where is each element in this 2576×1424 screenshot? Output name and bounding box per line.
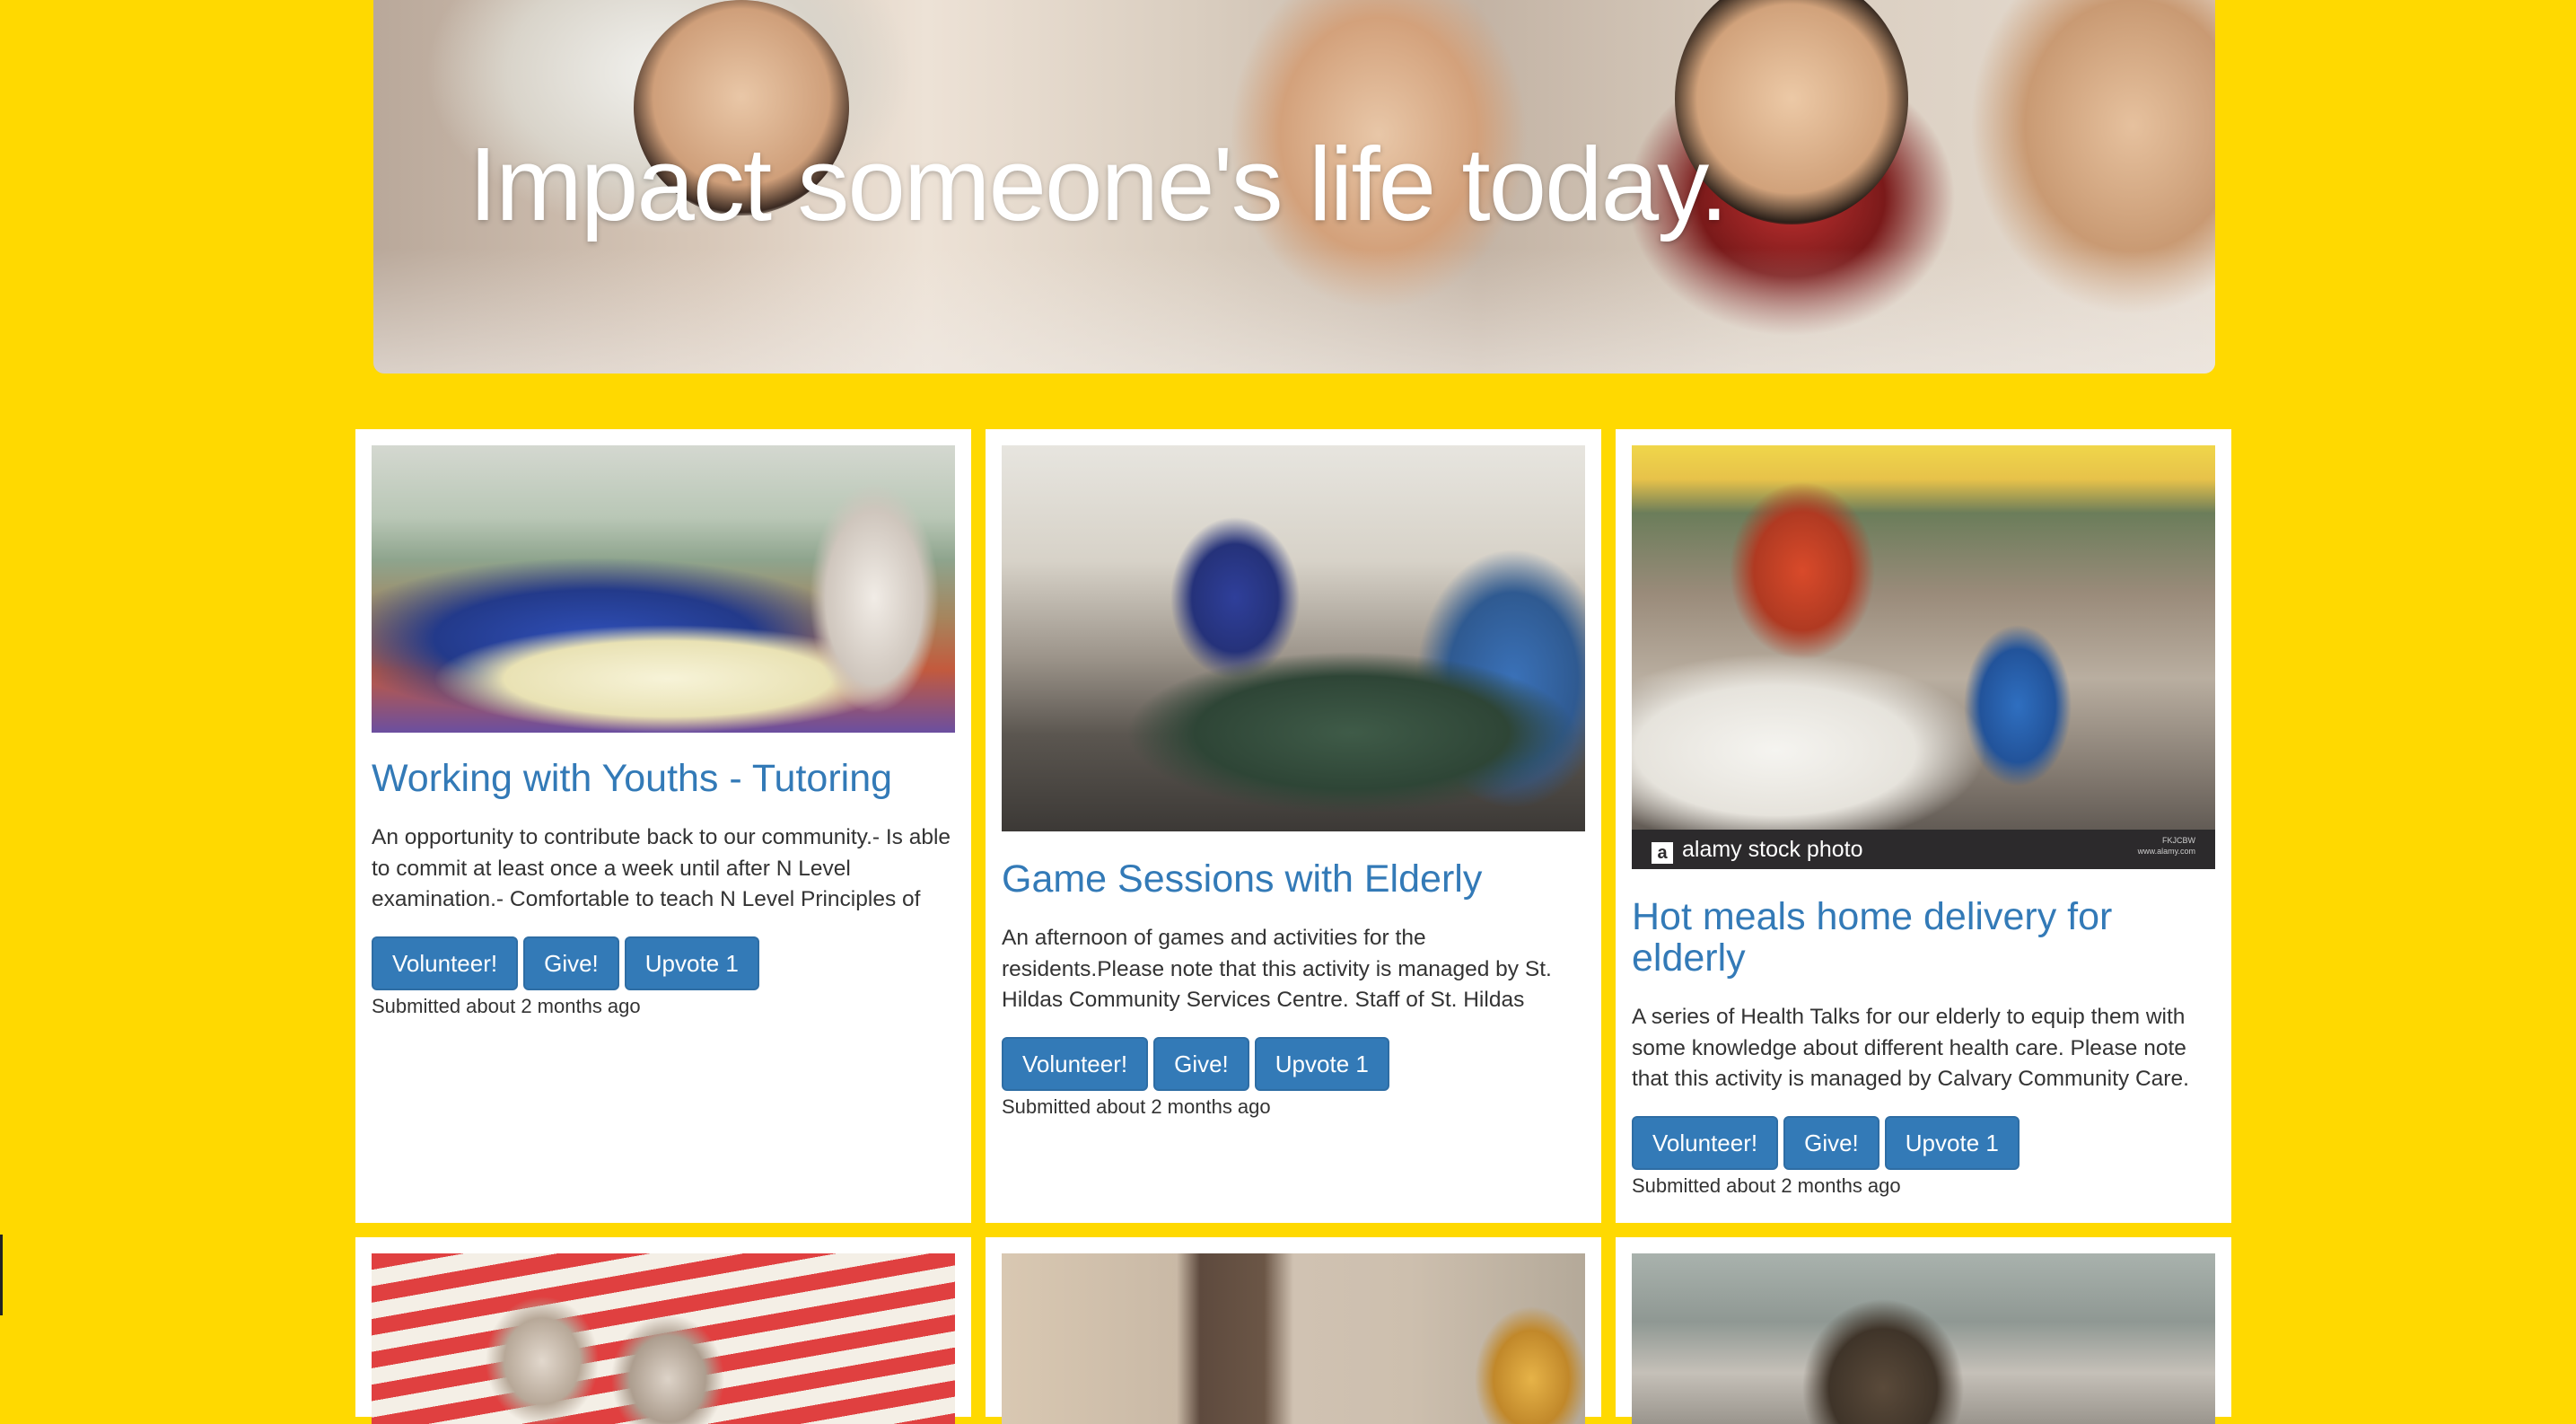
volunteer-button[interactable]: Volunteer! [1002,1037,1149,1091]
give-button[interactable]: Give! [523,936,619,990]
project-title[interactable]: Hot meals home delivery for elderly [1632,896,2215,979]
project-image[interactable] [372,1253,955,1424]
volunteer-button[interactable]: Volunteer! [372,936,519,990]
project-image[interactable] [1002,1253,1585,1424]
hero-banner: Impact someone's life today. [373,0,2215,374]
project-card [355,1237,971,1424]
window-edge [0,1235,3,1315]
alamy-code-url: www.alamy.com [2137,847,2195,856]
project-card [1616,1237,2231,1424]
project-title[interactable]: Game Sessions with Elderly [1002,858,1585,900]
project-card: a alamy stock photo FKJCBW www.alamy.com … [1616,429,2231,1223]
alamy-label: alamy stock photo [1682,837,1863,862]
project-card: Game Sessions with Elderly An afternoon … [986,429,1601,1223]
submitted-time: Submitted about 2 months ago [1632,1174,1901,1197]
hero-title: Impact someone's life today. [469,126,1729,242]
project-description: An afternoon of games and activities for… [1002,926,1552,1012]
give-button[interactable]: Give! [1153,1037,1249,1091]
project-card [986,1237,1601,1424]
alamy-logo-icon: a [1652,842,1673,864]
project-description: An opportunity to contribute back to our… [372,825,951,911]
volunteer-button[interactable]: Volunteer! [1632,1116,1779,1170]
alamy-code: FKJCBW www.alamy.com [2138,835,2195,857]
project-image[interactable] [1002,445,1585,831]
submitted-time: Submitted about 2 months ago [1002,1095,1271,1118]
project-card: Working with Youths - Tutoring An opport… [355,429,971,1223]
upvote-button[interactable]: Upvote 1 [1884,1116,2020,1170]
upvote-button[interactable]: Upvote 1 [1254,1037,1389,1091]
project-image[interactable] [372,445,955,733]
project-title[interactable]: Working with Youths - Tutoring [372,758,955,799]
project-image[interactable]: a alamy stock photo FKJCBW www.alamy.com [1632,445,2215,869]
alamy-watermark-bar: a alamy stock photo FKJCBW www.alamy.com [1632,830,2215,869]
submitted-time: Submitted about 2 months ago [372,995,641,1017]
give-button[interactable]: Give! [1783,1116,1879,1170]
project-image[interactable] [1632,1253,2215,1424]
upvote-button[interactable]: Upvote 1 [624,936,759,990]
project-description: A series of Health Talks for our elderly… [1632,1005,2189,1091]
alamy-code-id: FKJCBW [2162,836,2195,845]
